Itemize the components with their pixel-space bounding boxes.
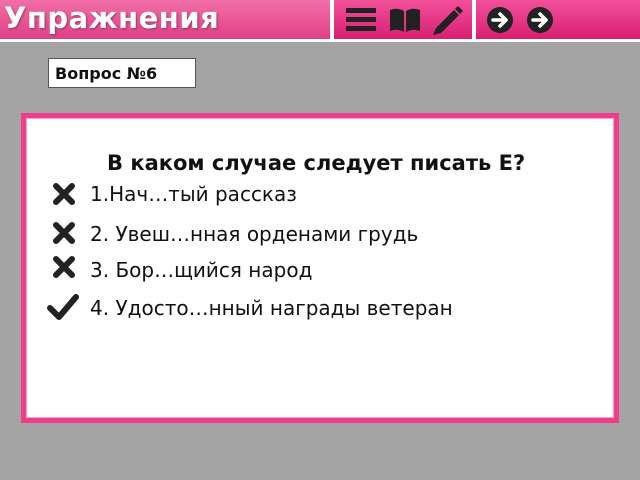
answer-option-1[interactable]: 1.Нач…тый рассказ: [90, 182, 297, 206]
answer-option-4[interactable]: 4. Удосто…нный награды ветеран: [90, 296, 453, 320]
cross-icon: [53, 222, 75, 244]
top-bar: Упражнения: [0, 0, 640, 42]
navigation-arrows: [476, 0, 640, 39]
page-title: Упражнения: [4, 1, 220, 35]
cross-icon: [53, 256, 75, 278]
answer-option-3[interactable]: 3. Бор…щийся народ: [90, 258, 312, 282]
checkmark-icon: [47, 294, 79, 320]
cross-icon: [53, 183, 75, 205]
book-icon[interactable]: [388, 5, 422, 35]
forward-arrow-icon[interactable]: [526, 6, 554, 34]
question-prompt: В каком случае следует писать Е?: [107, 151, 526, 175]
back-arrow-icon[interactable]: [486, 6, 514, 34]
answer-option-2[interactable]: 2. Увеш…нная орденами грудь: [90, 222, 418, 246]
nav-toolbar: [334, 0, 472, 39]
menu-icon[interactable]: [344, 5, 378, 35]
pencil-icon[interactable]: [430, 4, 464, 36]
question-number-badge: Вопрос №6: [48, 58, 196, 88]
title-banner: Упражнения: [0, 0, 330, 39]
